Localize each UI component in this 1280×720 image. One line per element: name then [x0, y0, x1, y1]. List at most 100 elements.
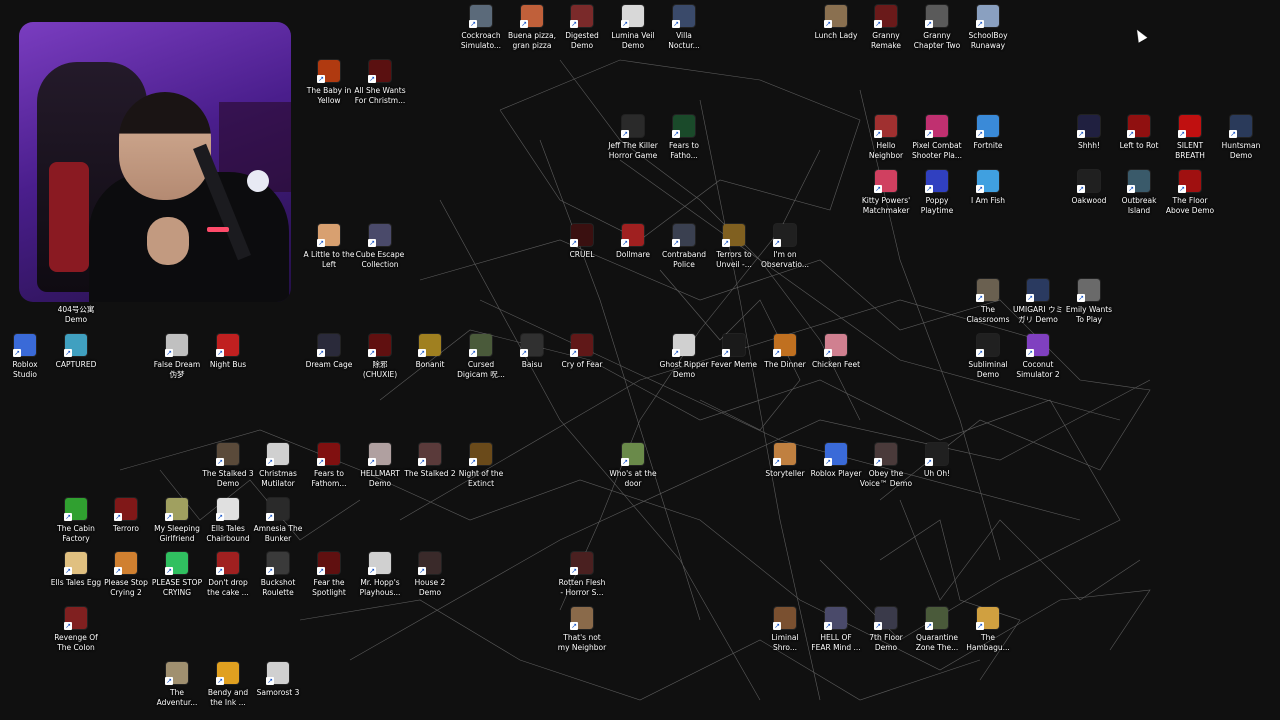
desktop-shortcut[interactable]: ↗ Digested Demo	[557, 5, 607, 50]
desktop-shortcut[interactable]: ↗ The Floor Above Demo	[1165, 170, 1215, 215]
desktop-shortcut[interactable]: ↗ Baisu	[507, 334, 557, 370]
desktop-shortcut[interactable]: ↗ Lunch Lady	[811, 5, 861, 41]
desktop-shortcut[interactable]: ↗ 7th Floor Demo	[861, 607, 911, 652]
shortcut-label: Dollmare	[616, 250, 650, 259]
desktop-shortcut[interactable]: ↗ Revenge Of The Colon	[51, 607, 101, 652]
desktop-shortcut[interactable]: ↗ Amnesia The Bunker	[253, 498, 303, 543]
desktop-shortcut[interactable]: ↗ Ells Tales Egg	[51, 552, 101, 588]
desktop-shortcut[interactable]: ↗ Terroro	[101, 498, 151, 534]
desktop-shortcut[interactable]: ↗ Oakwood	[1064, 170, 1114, 206]
shortcut-label: The Hambagu...	[966, 633, 1010, 652]
desktop-shortcut[interactable]: ↗ UMIGARI ウミ ガリ Demo	[1013, 279, 1063, 324]
desktop-shortcut[interactable]: ↗ A Little to the Left	[304, 224, 354, 269]
desktop-shortcut[interactable]: ↗ Dream Cage	[304, 334, 354, 370]
shortcut-app-icon: ↗	[1127, 115, 1150, 138]
shortcut-arrow-icon: ↗	[266, 513, 274, 521]
desktop-shortcut[interactable]: ↗ Hello Neighbor	[861, 115, 911, 160]
desktop-shortcut[interactable]: ↗ Please Stop Crying 2	[101, 552, 151, 597]
desktop-shortcut[interactable]: ↗ Poppy Playtime	[912, 170, 962, 215]
desktop-shortcut[interactable]: ↗ Outbreak Island	[1114, 170, 1164, 215]
desktop-shortcut[interactable]: ↗ The Cabin Factory	[51, 498, 101, 543]
desktop-shortcut[interactable]: ↗ Coconut Simulator 2	[1013, 334, 1063, 379]
desktop-shortcut[interactable]: ↗ SILENT BREATH	[1165, 115, 1215, 160]
desktop-shortcut[interactable]: ↗ Roblox Studio	[0, 334, 50, 379]
desktop-shortcut[interactable]: ↗ False Dream 伪梦	[152, 334, 202, 379]
desktop-shortcut[interactable]: ↗ Ells Tales Chairbound	[203, 498, 253, 543]
desktop-shortcut[interactable]: ↗ Uh Oh!	[912, 443, 962, 479]
desktop-shortcut[interactable]: ↗ Fortnite	[963, 115, 1013, 151]
desktop-shortcut[interactable]: ↗ Night of the Extinct	[456, 443, 506, 488]
desktop-shortcut[interactable]: ↗ Huntsman Demo	[1216, 115, 1266, 160]
desktop-shortcut[interactable]: ↗ The Stalked 3 Demo	[202, 443, 254, 488]
desktop-shortcut[interactable]: ↗ The Stalked 2	[404, 443, 456, 479]
shortcut-label: Mr. Hopp's Playhous...	[359, 578, 401, 597]
desktop-shortcut[interactable]: ↗ SchoolBoy Runaway	[963, 5, 1013, 50]
desktop-shortcut[interactable]: ↗ Buena pizza, gran pizza	[507, 5, 557, 50]
desktop-shortcut[interactable]: ↗ Bonanit	[405, 334, 455, 370]
desktop-shortcut[interactable]: ↗ The Hambagu...	[963, 607, 1013, 652]
shortcut-label: Who's at the door	[609, 469, 657, 488]
desktop-shortcut[interactable]: ↗ That's not my Neighbor	[557, 607, 607, 652]
desktop-shortcut[interactable]: ↗ Emily Wants To Play	[1064, 279, 1114, 324]
desktop-shortcut[interactable]: ↗ Granny Chapter Two	[912, 5, 962, 50]
desktop-shortcut[interactable]: ↗ Contraband Police	[659, 224, 709, 269]
desktop-shortcut[interactable]: ↗ Cockroach Simulato...	[456, 5, 506, 50]
webcam-chair-red-panel	[49, 162, 89, 272]
desktop-shortcut[interactable]: ↗ Lumina Veil Demo	[608, 5, 658, 50]
desktop-shortcut[interactable]: ↗ The Classrooms	[963, 279, 1013, 324]
desktop-shortcut[interactable]: ↗ Christmas Mutilator	[253, 443, 303, 488]
desktop-shortcut[interactable]: ↗ Subliminal Demo	[963, 334, 1013, 379]
desktop-shortcut[interactable]: ↗ Storyteller	[760, 443, 810, 479]
desktop-shortcut[interactable]: ↗ Fear the Spotlight	[304, 552, 354, 597]
desktop-shortcut[interactable]: ↗ Night Bus	[203, 334, 253, 370]
desktop-shortcut[interactable]: ↗ The Adventur...	[152, 662, 202, 707]
desktop-shortcut[interactable]: ↗ Who's at the door	[608, 443, 658, 488]
desktop-shortcut[interactable]: ↗ Roblox Player	[811, 443, 861, 479]
desktop-shortcut[interactable]: ↗ Ghost Ripper Demo	[659, 334, 709, 379]
desktop-shortcut[interactable]: ↗ My Sleeping Girlfriend	[152, 498, 202, 543]
desktop-shortcut[interactable]: ↗ Cursed Digicam 呪...	[456, 334, 506, 379]
desktop-shortcut[interactable]: ↗ I'm on Observatio...	[760, 224, 810, 269]
shortcut-arrow-icon: ↗	[165, 677, 173, 685]
desktop-shortcut[interactable]: ↗ Rotten Flesh - Horror S...	[557, 552, 607, 597]
desktop-shortcut[interactable]: ↗ Granny Remake	[861, 5, 911, 50]
shortcut-app-icon: ↗	[773, 334, 796, 357]
desktop-shortcut[interactable]: ↗ The Dinner	[760, 334, 810, 370]
shortcut-app-icon: ↗	[722, 224, 745, 247]
desktop-shortcut[interactable]: ↗ Samorost 3	[253, 662, 303, 698]
desktop-shortcut[interactable]: ↗ Fears to Fathom...	[304, 443, 354, 488]
desktop-shortcut[interactable]: ↗ House 2 Demo	[405, 552, 455, 597]
desktop-shortcut[interactable]: ↗ I Am Fish	[963, 170, 1013, 206]
desktop-shortcut[interactable]: ↗ The Baby in Yellow	[304, 60, 354, 105]
desktop-shortcut[interactable]: ↗ Mr. Hopp's Playhous...	[355, 552, 405, 597]
desktop-shortcut[interactable]: ↗ Cry of Fear	[557, 334, 607, 370]
desktop-shortcut[interactable]: ↗ Villa Noctur...	[659, 5, 709, 50]
desktop-shortcut[interactable]: ↗ Left to Rot	[1114, 115, 1164, 151]
desktop-shortcut[interactable]: ↗ CRUEL	[557, 224, 607, 260]
desktop-shortcut[interactable]: ↗ Don't drop the cake ...	[203, 552, 253, 597]
shortcut-label: Bonanit	[415, 360, 445, 369]
desktop-shortcut[interactable]: ↗ Cube Escape Collection	[355, 224, 405, 269]
desktop-shortcut[interactable]: ↗ Jeff The Killer Horror Game	[608, 115, 658, 160]
desktop-shortcut[interactable]: ↗ Liminal Shro...	[760, 607, 810, 652]
desktop-shortcut[interactable]: ↗ Bendy and the Ink ...	[203, 662, 253, 707]
desktop-shortcut[interactable]: ↗ 除邪 (CHUXIE)	[355, 334, 405, 379]
desktop-shortcut[interactable]: ↗ Quarantine Zone The...	[912, 607, 962, 652]
desktop-shortcut[interactable]: ↗ PLEASE STOP CRYING	[152, 552, 202, 597]
desktop-shortcut[interactable]: ↗ Dollmare	[608, 224, 658, 260]
shortcut-arrow-icon: ↗	[165, 513, 173, 521]
desktop-shortcut[interactable]: ↗ Obey the Voice™ Demo	[860, 443, 912, 488]
desktop-shortcut[interactable]: ↗ CAPTURED	[51, 334, 101, 370]
desktop-shortcut[interactable]: ↗ Fears to Fatho...	[659, 115, 709, 160]
desktop-shortcut[interactable]: ↗ HELLMART Demo	[355, 443, 405, 488]
desktop-shortcut[interactable]: ↗ Shhh!	[1064, 115, 1114, 151]
shortcut-label: The Baby in Yellow	[306, 86, 352, 105]
desktop-shortcut[interactable]: ↗ Pixel Combat Shooter Pla...	[912, 115, 962, 160]
desktop-shortcut[interactable]: ↗ Fever Meme	[709, 334, 759, 370]
desktop-shortcut[interactable]: ↗ Buckshot Roulette	[253, 552, 303, 597]
desktop-shortcut[interactable]: ↗ Kitty Powers' Matchmaker	[861, 170, 911, 215]
desktop-shortcut[interactable]: ↗ Terrors to Unveil -...	[709, 224, 759, 269]
desktop-shortcut[interactable]: ↗ All She Wants For Christm...	[354, 60, 406, 105]
desktop-shortcut[interactable]: ↗ HELL OF FEAR Mind ...	[811, 607, 861, 652]
desktop-shortcut[interactable]: ↗ Chicken Feet	[811, 334, 861, 370]
